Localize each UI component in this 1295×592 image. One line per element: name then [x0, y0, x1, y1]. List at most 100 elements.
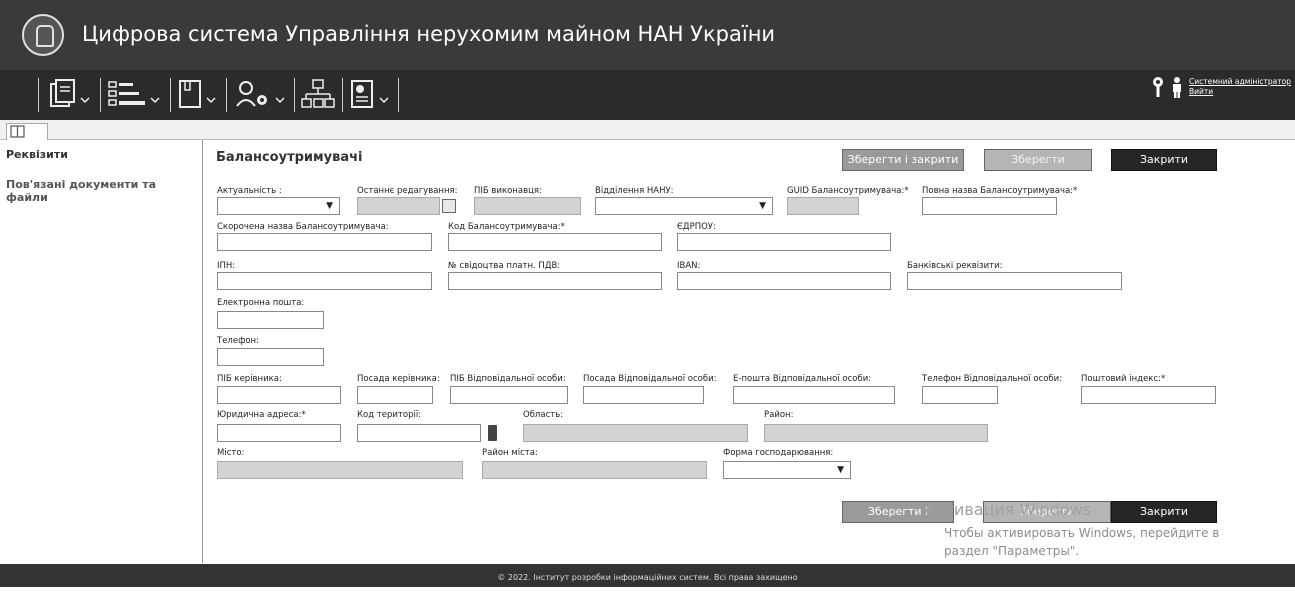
territory-code-field[interactable]: [357, 424, 481, 442]
toolbar-divider: [100, 78, 101, 112]
region-field: [523, 424, 748, 442]
vat-cert-field[interactable]: [448, 272, 662, 290]
executor-label: ПІБ виконавця:: [474, 186, 542, 196]
toolbar-divider: [342, 78, 343, 112]
ownership-select[interactable]: ▼: [723, 461, 851, 479]
tab-book[interactable]: [6, 123, 48, 140]
users-settings-icon: [236, 81, 285, 107]
toolbar-divider: [226, 78, 227, 112]
postal-label: Поштовий індекс:*: [1081, 374, 1166, 384]
list-icon: [108, 81, 160, 106]
save-close-button[interactable]: Зберегти і закрити: [842, 149, 964, 171]
required-mark: *: [1073, 186, 1078, 196]
sidebar-item-label: Пов'язані документи та файли: [6, 178, 157, 204]
list-menu-button[interactable]: [106, 78, 166, 112]
district-field: [764, 424, 988, 442]
vat-cert-label: № свідоцтва платн. ПДВ:: [448, 261, 561, 271]
department-select[interactable]: ▼: [595, 197, 773, 215]
key-icon[interactable]: [1151, 76, 1165, 98]
book-icon: [179, 80, 216, 108]
guid-field: [787, 197, 859, 215]
sidebar-item-requisites[interactable]: Реквізити: [0, 140, 202, 170]
sidebar: Реквізити Пов'язані документи та файли: [0, 140, 203, 563]
report-menu-button[interactable]: [348, 78, 396, 112]
save-button[interactable]: Зберегти: [984, 149, 1092, 171]
nasu-logo-icon: [22, 14, 64, 56]
legal-address-label: Юридична адреса:*: [217, 410, 306, 420]
guid-label: GUID Балансоутримувача:*: [787, 186, 909, 196]
required-mark: *: [904, 186, 909, 196]
chevron-down-icon: ▼: [326, 201, 333, 211]
sidebar-item-label: Реквізити: [6, 148, 68, 161]
documents-icon: [50, 79, 90, 107]
user-icon: [1173, 77, 1181, 98]
main-toolbar: [0, 70, 1295, 120]
short-name-field[interactable]: [217, 233, 432, 251]
resp-position-field[interactable]: [583, 386, 704, 404]
territory-lookup-icon[interactable]: [488, 425, 497, 441]
calendar-icon[interactable]: [442, 199, 456, 213]
app-title: Цифрова система Управління нерухомим май…: [82, 22, 776, 46]
phone-field[interactable]: [217, 348, 324, 366]
chevron-down-icon: ▼: [837, 465, 844, 475]
actuality-label: Актуальність :: [217, 186, 282, 196]
resp-phone-label: Телефон Відповідальної особи:: [922, 374, 1063, 384]
required-mark: *: [560, 222, 565, 232]
region-label: Область:: [523, 410, 564, 420]
app-header: Цифрова система Управління нерухомим май…: [0, 0, 1295, 70]
legal-address-field[interactable]: [217, 424, 341, 442]
email-label: Електронна пошта:: [217, 298, 305, 308]
sidebar-item-related-documents[interactable]: Пов'язані документи та файли: [0, 170, 202, 204]
admin-profile-link[interactable]: Системний адміністратор: [1189, 77, 1291, 87]
edrpou-field[interactable]: [677, 233, 891, 251]
resp-phone-field[interactable]: [922, 386, 998, 404]
book-menu-button[interactable]: [176, 78, 222, 112]
ipn-label: ІПН:: [217, 261, 236, 271]
iban-label: IBAN:: [677, 261, 701, 271]
city-district-field: [482, 461, 707, 479]
code-label: Код Балансоутримувача:*: [448, 222, 565, 232]
users-settings-menu-button[interactable]: [234, 78, 290, 112]
code-field[interactable]: [448, 233, 662, 251]
user-area: Системний адміністратор Вийти: [1151, 76, 1291, 98]
windows-watermark-line3: раздел "Параметры".: [944, 544, 1080, 558]
org-structure-button[interactable]: [300, 78, 336, 112]
main-content: Балансоутримувачі Зберегти і закрити Збе…: [204, 140, 1295, 564]
footer-copyright: © 2022. Інститут розробки інформаційних …: [497, 573, 798, 582]
city-field: [217, 461, 463, 479]
head-position-field[interactable]: [357, 386, 433, 404]
chevron-down-icon: ▼: [759, 201, 766, 211]
page-footer: © 2022. Інститут розробки інформаційних …: [0, 564, 1295, 587]
close-button-bottom[interactable]: Закрити: [1111, 501, 1217, 523]
resp-email-field[interactable]: [733, 386, 895, 404]
last-edit-label: Останнє редагування:: [357, 186, 458, 196]
book-icon: [10, 125, 25, 138]
iban-field[interactable]: [677, 272, 891, 290]
org-structure-icon: [301, 79, 335, 108]
city-label: Місто:: [217, 448, 245, 458]
resp-name-field[interactable]: [450, 386, 568, 404]
close-button[interactable]: Закрити: [1111, 149, 1217, 171]
full-name-field[interactable]: [922, 197, 1057, 215]
department-label: Відділення НАНУ:: [595, 186, 674, 196]
head-name-field[interactable]: [217, 386, 341, 404]
city-district-label: Район міста:: [482, 448, 538, 458]
document-tabstrip: [0, 120, 1295, 140]
bank-field[interactable]: [907, 272, 1122, 290]
email-field[interactable]: [217, 311, 324, 329]
resp-position-label: Посада Відповідальної особи:: [583, 374, 717, 384]
resp-email-label: E-пошта Відповідальної особи:: [733, 374, 872, 384]
postal-field[interactable]: [1081, 386, 1216, 404]
ipn-field[interactable]: [217, 272, 432, 290]
actuality-select[interactable]: ▼: [217, 197, 340, 215]
toolbar-divider: [294, 78, 295, 112]
logout-link[interactable]: Вийти: [1189, 87, 1291, 97]
resp-name-label: ПІБ Відповідальної особи:: [450, 374, 566, 384]
page-title: Балансоутримувачі: [216, 150, 363, 165]
toolbar-divider: [398, 78, 399, 112]
documents-menu-button[interactable]: [48, 78, 94, 112]
territory-code-label: Код території:: [357, 410, 422, 420]
full-name-label: Повна назва Балансоутримувача:*: [922, 186, 1078, 196]
phone-label: Телефон:: [217, 336, 259, 346]
windows-watermark-title: Активация Windows: [924, 500, 1091, 519]
